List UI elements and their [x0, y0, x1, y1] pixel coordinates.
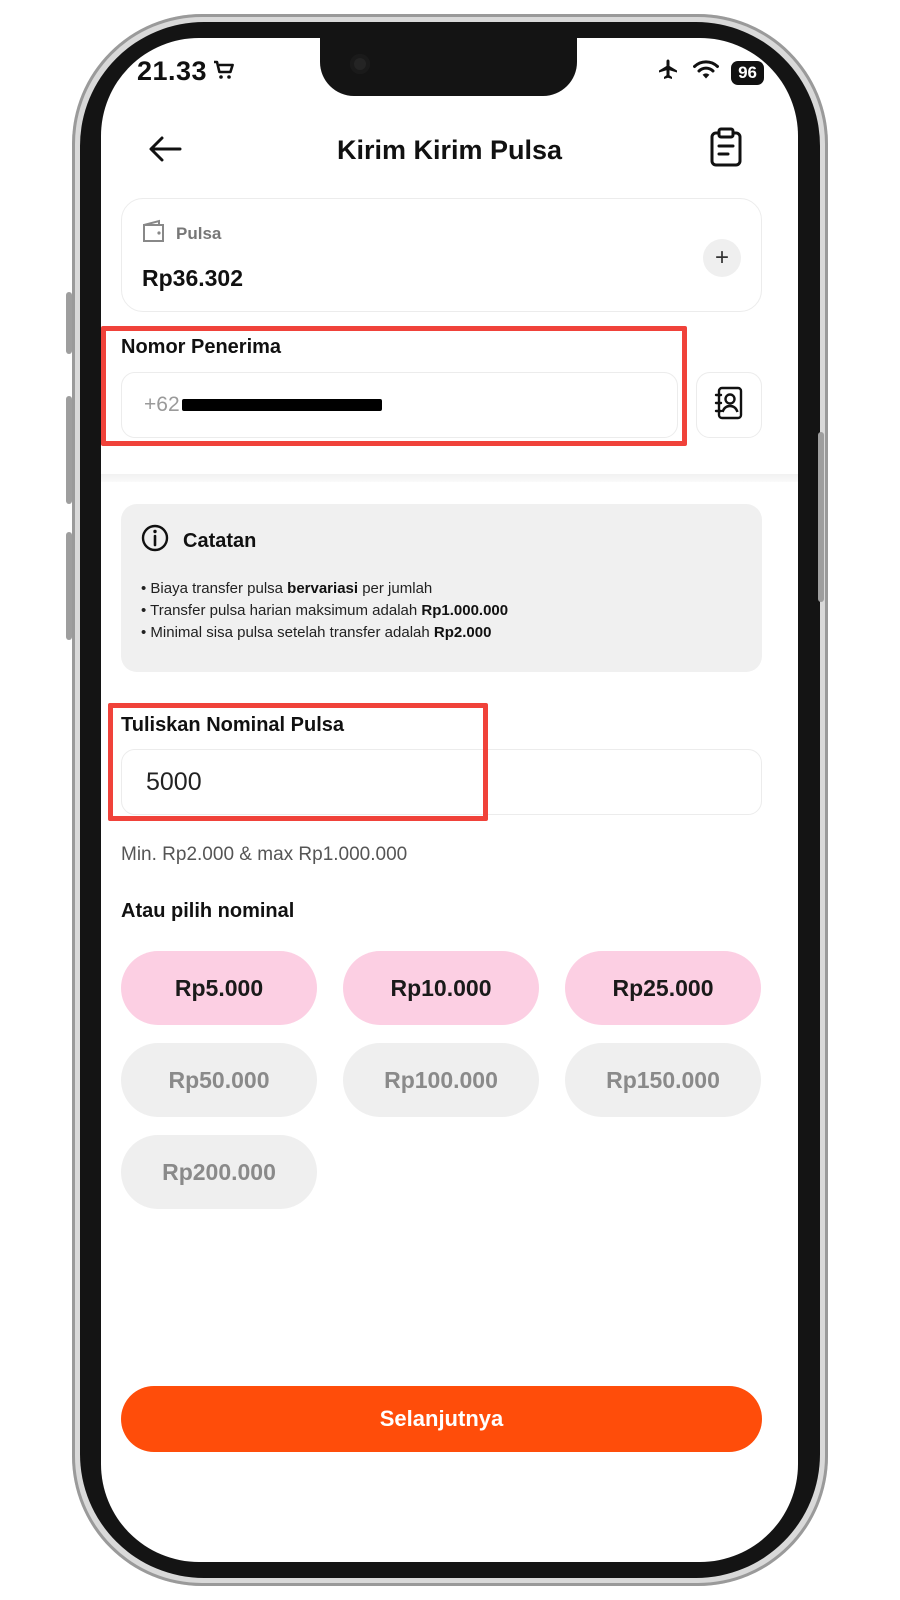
phone-side-button [66, 396, 72, 504]
wallet-icon [142, 219, 168, 248]
nominal-chip-10000[interactable]: Rp10.000 [343, 951, 539, 1025]
balance-value: Rp36.302 [142, 265, 244, 291]
plus-icon: + [714, 244, 729, 271]
recipient-phone-input[interactable]: +62 [121, 372, 678, 438]
choose-nominal-label: Atau pilih nominal [121, 900, 295, 922]
section-divider [101, 474, 798, 482]
note-title-row: Catatan [141, 524, 256, 558]
nominal-chip-100000[interactable]: Rp100.000 [343, 1043, 539, 1117]
balance-card: Pulsa Rp36.302 + [121, 198, 762, 312]
nominal-chip-25000[interactable]: Rp25.000 [565, 951, 761, 1025]
note-line: • Minimal sisa pulsa setelah transfer ad… [141, 624, 492, 641]
note-line: • Biaya transfer pulsa bervariasi per ju… [141, 580, 433, 597]
contacts-button[interactable] [696, 372, 762, 438]
battery-indicator: 96 [731, 60, 764, 85]
status-time: 21.33 [137, 56, 208, 86]
recipient-label: Nomor Penerima [121, 336, 282, 358]
history-button[interactable] [706, 127, 746, 171]
note-line: • Transfer pulsa harian maksimum adalah … [141, 602, 509, 619]
nominal-chip-200000[interactable]: Rp200.000 [121, 1135, 317, 1209]
nominal-chip-150000[interactable]: Rp150.000 [565, 1043, 761, 1117]
cart-icon [213, 56, 235, 87]
note-title: Catatan [183, 529, 257, 552]
camera [350, 54, 370, 74]
contact-book-icon [714, 386, 744, 425]
balance-label-row: Pulsa [142, 219, 221, 248]
next-button[interactable]: Selanjutnya [121, 1386, 762, 1452]
nominal-chip-50000[interactable]: Rp50.000 [121, 1043, 317, 1117]
country-code-prefix: +62 [144, 393, 180, 416]
nominal-hint: Min. Rp2.000 & max Rp1.000.000 [121, 844, 408, 865]
phone-side-button [818, 432, 824, 602]
page-title: Kirim Kirim Pulsa [336, 135, 563, 165]
wifi-icon [693, 60, 720, 85]
nominal-amount-input[interactable]: 5000 [121, 749, 762, 815]
app-screen: 21.33 96 Kirim Kirim Pulsa Pulsa Rp36.30… [101, 38, 798, 1562]
note-list: • Biaya transfer pulsa bervariasi per ju… [141, 578, 508, 644]
redacted-phone-number [181, 399, 382, 411]
clipboard-icon [709, 127, 743, 172]
nominal-chip-5000[interactable]: Rp5.000 [121, 951, 317, 1025]
top-app-bar: Kirim Kirim Pulsa [101, 123, 798, 183]
status-bar-right: 96 [655, 58, 764, 87]
top-up-button[interactable]: + [703, 239, 741, 277]
balance-label: Pulsa [176, 223, 222, 243]
info-icon [141, 524, 169, 558]
note-card: Catatan • Biaya transfer pulsa bervarias… [121, 504, 762, 672]
nominal-amount-value: 5000 [146, 767, 202, 796]
notch [320, 38, 577, 96]
status-bar-left: 21.33 [137, 56, 235, 87]
phone-side-button [66, 532, 72, 640]
phone-side-button [66, 292, 72, 354]
airplane-icon [655, 58, 681, 87]
nominal-label: Tuliskan Nominal Pulsa [121, 714, 345, 736]
